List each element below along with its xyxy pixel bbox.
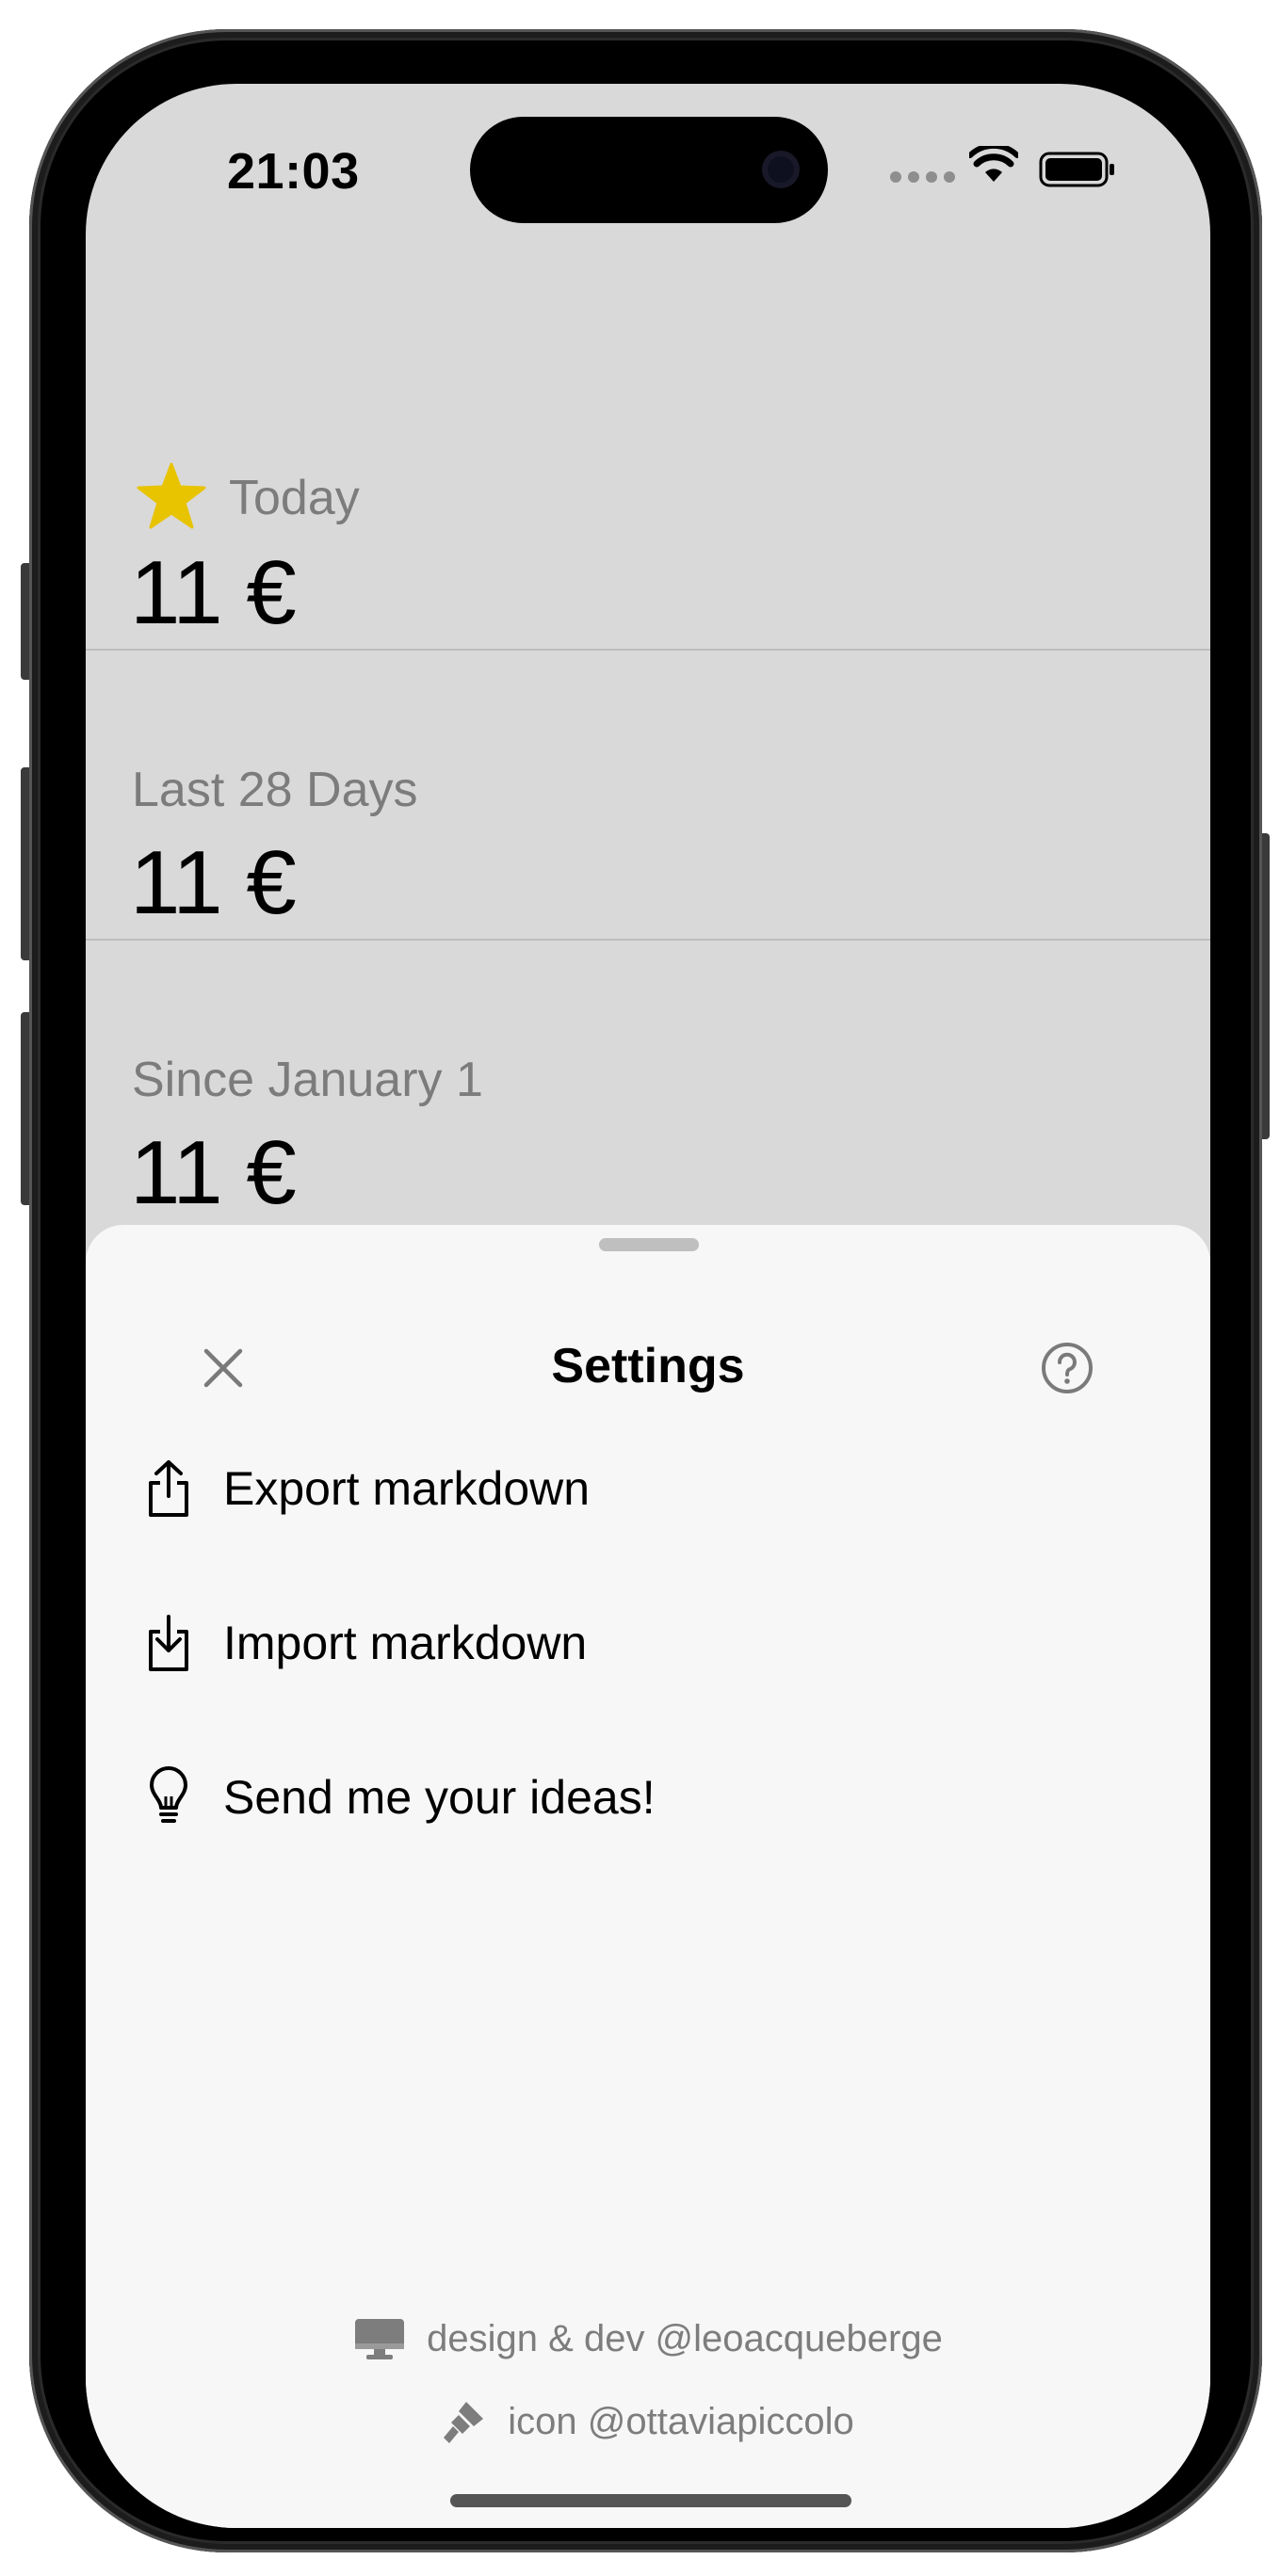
credit-text: design & dev @leoacqueberge [427, 2317, 943, 2359]
question-mark-circle-icon [1042, 1343, 1093, 1393]
status-time: 21:03 [227, 143, 360, 200]
help-button[interactable] [1035, 1336, 1099, 1400]
menu-item-label: Send me your ideas! [223, 1771, 656, 1824]
lightbulb-icon [140, 1763, 197, 1831]
stat-row-since-january-1[interactable]: Since January 1 11 € [86, 941, 1210, 1225]
dynamic-island [470, 117, 828, 223]
desktop-computer-icon [353, 2317, 406, 2360]
wifi-icon [969, 146, 1018, 182]
import-markdown-item[interactable]: Import markdown [122, 1586, 1158, 1699]
menu-item-label: Import markdown [223, 1617, 588, 1669]
settings-sheet: Settings Export markdown Import markdown… [86, 1225, 1210, 2528]
signal-dots-icon [890, 171, 955, 183]
credit-icon-design[interactable]: icon @ottaviapiccolo [86, 2398, 1210, 2445]
credit-text: icon @ottaviapiccolo [508, 2400, 854, 2442]
export-markdown-item[interactable]: Export markdown [122, 1432, 1158, 1545]
stat-label: Since January 1 [132, 1053, 483, 1107]
send-ideas-item[interactable]: Send me your ideas! [122, 1741, 1158, 1854]
star-icon [137, 462, 206, 529]
stat-row-last-28-days[interactable]: Last 28 Days 11 € [86, 651, 1210, 939]
credit-design-dev[interactable]: design & dev @leoacqueberge [86, 2317, 1210, 2360]
screen: 21:03 Today 11 € Last 28 Days 11 € Since… [86, 84, 1210, 2528]
sheet-grabber[interactable] [599, 1238, 699, 1251]
stat-row-today[interactable]: Today 11 € [86, 366, 1210, 649]
share-upload-icon [140, 1455, 197, 1522]
battery-icon [1039, 152, 1114, 187]
stat-label: Today [229, 471, 360, 525]
status-bar: 21:03 [86, 84, 1210, 263]
paintbrush-icon [442, 2398, 487, 2445]
menu-item-label: Export markdown [223, 1462, 591, 1515]
home-indicator[interactable] [450, 2494, 851, 2507]
stat-label: Last 28 Days [132, 763, 418, 817]
stat-amount: 11 € [130, 832, 297, 933]
download-tray-icon [140, 1609, 197, 1677]
stat-amount: 11 € [130, 1122, 297, 1223]
stat-amount: 11 € [130, 542, 297, 643]
front-camera-icon [762, 151, 800, 188]
